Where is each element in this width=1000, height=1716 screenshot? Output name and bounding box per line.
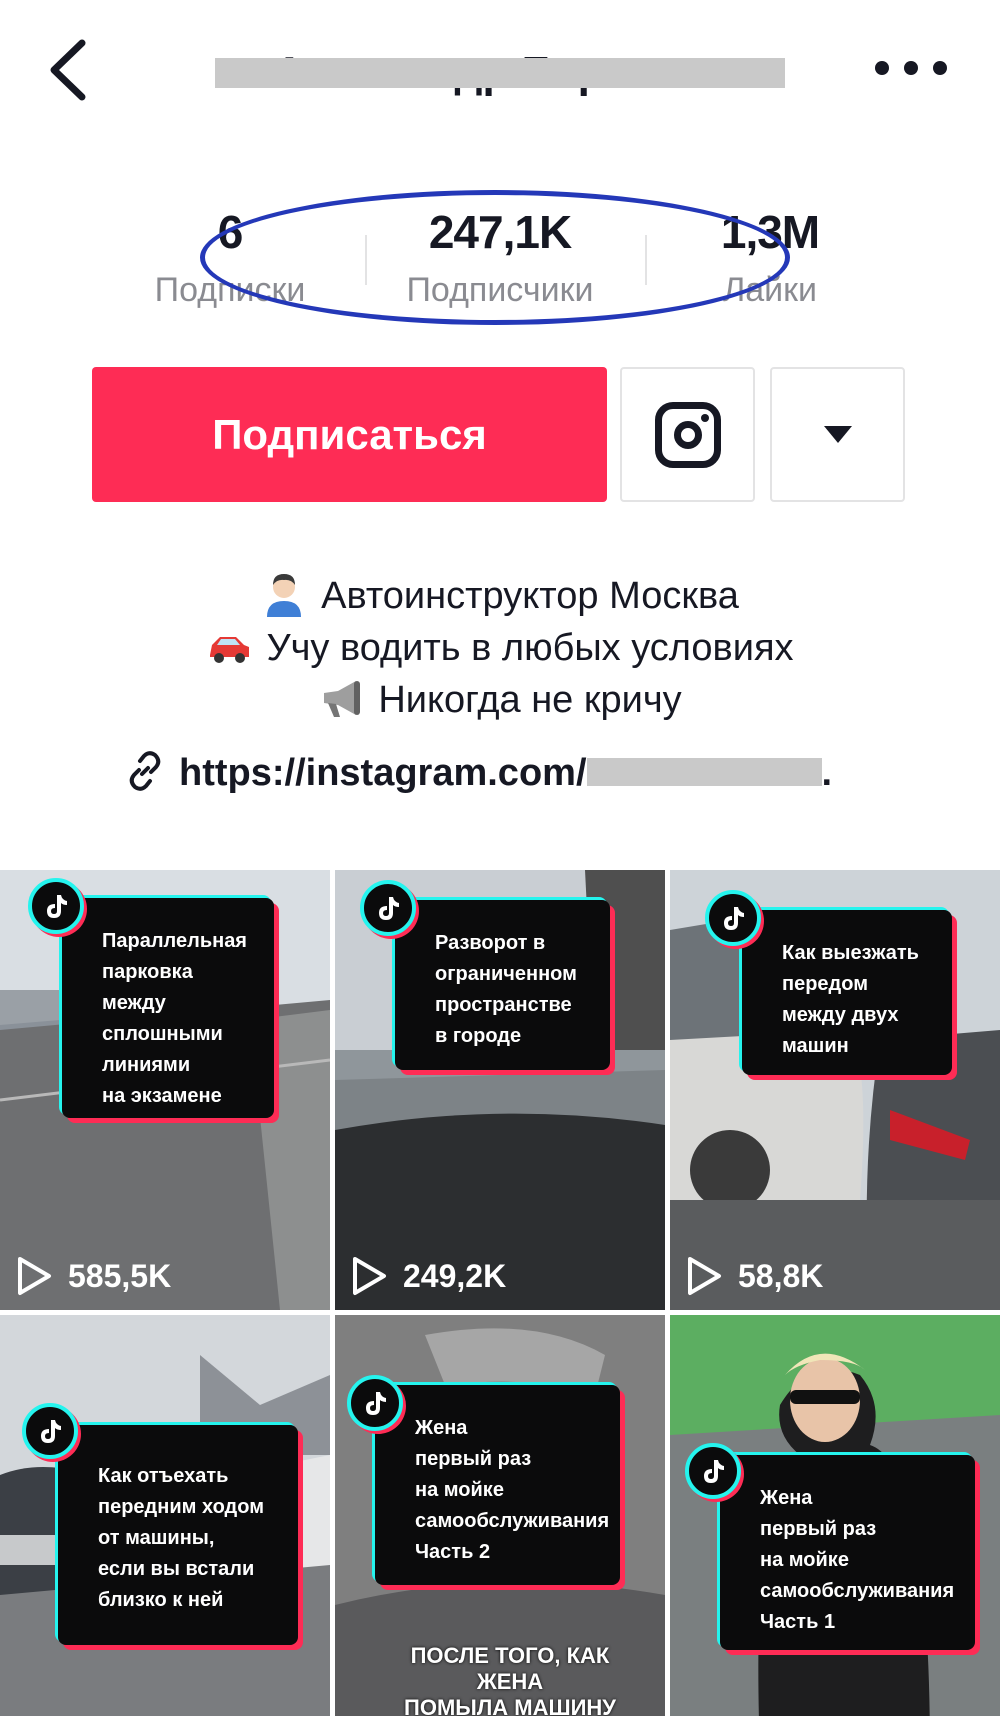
profile-stats: 6 Подписки 247,1K Подписчики 1,3M Лайки (100, 205, 900, 315)
video-tile[interactable]: Как отъехать передним ходом от машины, е… (0, 1315, 330, 1716)
view-count: 585,5K (16, 1254, 171, 1298)
stat-label: Подписчики (406, 271, 594, 309)
megaphone-emoji-icon (324, 680, 361, 717)
link-suffix: . (821, 752, 833, 794)
stat-value: 1,3M (720, 206, 820, 258)
link-text: https://instagram.com/ (179, 752, 587, 794)
video-tile[interactable]: Жена первый раз на мойке самообслуживани… (670, 1315, 1000, 1716)
follow-button[interactable]: Подписаться (92, 367, 607, 502)
instagram-button[interactable] (620, 367, 755, 502)
redaction-bar (215, 58, 785, 88)
card-text: Жена первый раз на мойке самообслуживани… (760, 1487, 955, 1633)
redaction-bar (586, 757, 822, 786)
more-horizontal-icon (875, 61, 889, 75)
stat-value: 247,1K (428, 206, 572, 258)
bio: Автоинструктор Москва Учу водить в любых… (0, 570, 1000, 726)
car-emoji-icon (210, 636, 250, 663)
instagram-icon (654, 401, 721, 468)
video-tile[interactable]: Параллельная парковка между сплошными ли… (0, 870, 330, 1310)
bio-link[interactable]: https://instagram.com/. (125, 751, 905, 812)
title-card: Как отъехать передним ходом от машины, е… (58, 1425, 298, 1645)
view-count-text: 585,5K (68, 1257, 172, 1294)
more-dot (904, 61, 918, 75)
caret-down-icon (823, 426, 852, 443)
bio-text: Учу водить в любых условиях (266, 627, 794, 669)
profile-title: Александр Березкин (215, 40, 785, 100)
tiktok-logo-icon (28, 878, 84, 934)
tiktok-logo-icon (685, 1443, 741, 1499)
title-card: Жена первый раз на мойке самообслуживани… (720, 1455, 975, 1650)
stat-followers[interactable]: 247,1K Подписчики (370, 205, 630, 310)
tiktok-logo-icon (347, 1375, 403, 1431)
bio-line: Автоинструктор Москва (0, 570, 1000, 622)
stat-value: 6 (217, 206, 244, 258)
view-count-text: 249,2K (403, 1257, 507, 1294)
card-text: Параллельная парковка между сплошными ли… (102, 930, 247, 1107)
link-icon (129, 751, 161, 791)
bio-text: Никогда не кричу (378, 679, 682, 721)
more-dot (933, 61, 947, 75)
stat-likes[interactable]: 1,3M Лайки (640, 205, 900, 310)
tiktok-logo-icon (705, 890, 761, 946)
tiktok-logo-icon (360, 880, 416, 936)
bio-line: Учу водить в любых условиях (0, 622, 1000, 674)
tiktok-logo-icon (22, 1403, 78, 1459)
top-bar: Александр Березкин (0, 0, 1000, 140)
card-text: Жена первый раз на мойке самообслуживани… (415, 1417, 610, 1563)
title-card: Как выезжать передом между двух машин (742, 910, 952, 1075)
card-text: Как отъехать передним ходом от машины, е… (98, 1465, 264, 1611)
play-icon (688, 1257, 721, 1295)
title-card: Жена первый раз на мойке самообслуживани… (375, 1385, 620, 1585)
title-card: Параллельная парковка между сплошными ли… (62, 898, 274, 1118)
play-icon (353, 1257, 386, 1295)
view-count-text: 58,8K (738, 1257, 824, 1294)
video-grid: Параллельная парковка между сплошными ли… (0, 870, 1000, 1716)
person-emoji-icon (267, 573, 302, 617)
bio-text: Автоинструктор Москва (321, 575, 739, 617)
more-options-button[interactable] (875, 48, 947, 88)
card-text: Разворот в ограниченном пространстве в г… (435, 932, 577, 1047)
profile-page: Александр Березкин 6 Подписки 247,1K Под… (0, 0, 1000, 1716)
title-card: Разворот в ограниченном пространстве в г… (395, 900, 610, 1070)
stat-following[interactable]: 6 Подписки (100, 205, 360, 310)
card-text: Как выезжать передом между двух машин (782, 942, 919, 1057)
back-button[interactable] (40, 35, 100, 105)
video-tile[interactable]: Разворот в ограниченном пространстве в г… (335, 870, 665, 1310)
suggested-accounts-button[interactable] (770, 367, 905, 502)
view-count: 249,2K (351, 1254, 506, 1298)
video-caption: ПОСЛЕ ТОГО, КАК ЖЕНА ПОМЫЛА МАШИНУ НА МО… (404, 1643, 616, 1716)
play-icon (18, 1257, 51, 1295)
bio-line: Никогда не кричу (0, 674, 1000, 726)
stat-label: Подписки (154, 271, 306, 309)
stat-divider (365, 235, 367, 285)
video-tile[interactable]: Жена первый раз на мойке самообслуживани… (335, 1315, 665, 1716)
chevron-left-icon (50, 39, 86, 101)
stat-label: Лайки (722, 271, 818, 309)
video-tile[interactable]: Как выезжать передом между двух машин 58… (670, 870, 1000, 1310)
view-count: 58,8K (686, 1254, 823, 1298)
